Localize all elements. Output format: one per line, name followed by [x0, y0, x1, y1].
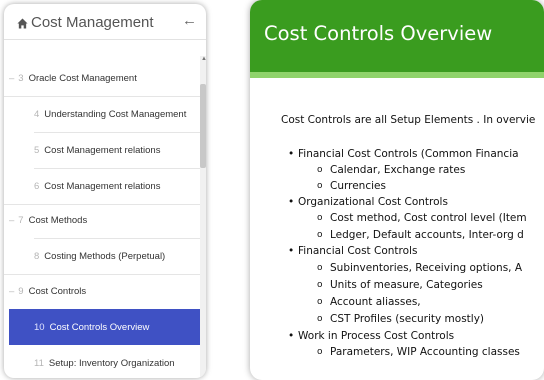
item-number: 11	[34, 357, 44, 369]
sidebar-item-cost-management-relations-5[interactable]: 5 Cost Management relations	[4, 132, 200, 168]
slide-intro: Cost Controls are all Setup Elements . I…	[281, 114, 536, 126]
chevron-up-icon[interactable]: ▲	[201, 56, 206, 62]
tree-dash-icon: –	[9, 214, 15, 226]
tree-dash-icon: –	[9, 72, 15, 84]
sidebar-item-label: Oracle Cost Management	[28, 72, 137, 84]
item-number: 5	[34, 144, 40, 156]
sidebar-item-label: Cost Controls Overview	[49, 321, 150, 333]
sub-bullet-item: Units of measure, Categories	[317, 279, 483, 291]
sidebar-item-cost-controls-overview[interactable]: 10 Cost Controls Overview	[9, 309, 200, 345]
item-number: 6	[34, 180, 40, 192]
sidebar-item-costing-methods-perpetual[interactable]: 8 Costing Methods (Perpetual)	[4, 238, 200, 274]
bullet-item: Financial Cost Controls	[288, 245, 417, 257]
sub-bullet-item: Ledger, Default accounts, Inter-org d	[317, 229, 524, 241]
sidebar-item-label: Cost Management relations	[44, 144, 161, 156]
bullet-item: Financial Cost Controls (Common Financia	[288, 148, 519, 160]
item-number: 4	[34, 108, 40, 120]
sub-bullet-item: Calendar, Exchange rates	[317, 164, 465, 176]
sidebar-item-understanding-cost-management[interactable]: 4 Understanding Cost Management	[4, 96, 200, 132]
sub-bullet-item: Subinventories, Receiving options, A	[317, 262, 522, 274]
sidebar-item-label: Cost Management relations	[44, 180, 161, 192]
item-number: 3	[18, 72, 24, 84]
bullet-item: Organizational Cost Controls	[288, 196, 448, 208]
sidebar-header: Cost Management ←	[4, 4, 206, 40]
slide-body: Cost Controls are all Setup Elements . I…	[250, 78, 544, 380]
sidebar-item-cost-management-relations-6[interactable]: 6 Cost Management relations	[4, 168, 200, 204]
slide-title: Cost Controls Overview	[264, 22, 493, 45]
sub-bullet-item: Cost method, Cost control level (Item	[317, 212, 527, 224]
sidebar-item-setup-inventory-organization[interactable]: 11 Setup: Inventory Organization	[4, 345, 200, 378]
sidebar-item-cost-controls[interactable]: – 9 Cost Controls	[4, 273, 200, 309]
item-number: 7	[18, 214, 24, 226]
item-number: 8	[34, 250, 40, 262]
sidebar-item-label: Costing Methods (Perpetual)	[44, 250, 166, 262]
sidebar-list: – 3 Oracle Cost Management 4 Understandi…	[4, 42, 200, 378]
tree-dash-icon: –	[9, 285, 15, 297]
sidebar: Cost Management ← – 3 Oracle Cost Manage…	[4, 4, 206, 378]
bullet-item: Work in Process Cost Controls	[288, 330, 454, 342]
arrow-left-icon[interactable]: ←	[182, 12, 197, 29]
home-icon[interactable]	[17, 18, 28, 29]
sidebar-item-label: Cost Methods	[28, 214, 88, 226]
slide-panel: Cost Controls Overview Cost Controls are…	[250, 0, 544, 380]
sub-bullet-item: Account aliasses,	[317, 296, 421, 308]
slide-header: Cost Controls Overview	[250, 0, 544, 72]
item-number: 10	[34, 321, 45, 333]
item-number: 9	[18, 285, 24, 297]
sub-bullet-item: Parameters, WIP Accounting classes	[317, 346, 520, 358]
sidebar-title: Cost Management	[31, 14, 154, 31]
sub-bullet-item: CST Profiles (security mostly)	[317, 313, 484, 325]
sidebar-item-label: Understanding Cost Management	[44, 108, 187, 120]
sidebar-item-label: Setup: Inventory Organization	[48, 357, 175, 369]
sub-bullet-item: Currencies	[317, 180, 386, 192]
sidebar-item-cost-methods[interactable]: – 7 Cost Methods	[4, 202, 200, 238]
sidebar-item-oracle-cost-management[interactable]: – 3 Oracle Cost Management	[4, 60, 200, 96]
scrollbar-thumb[interactable]	[200, 84, 206, 168]
sidebar-item-label: Cost Controls	[28, 285, 87, 297]
